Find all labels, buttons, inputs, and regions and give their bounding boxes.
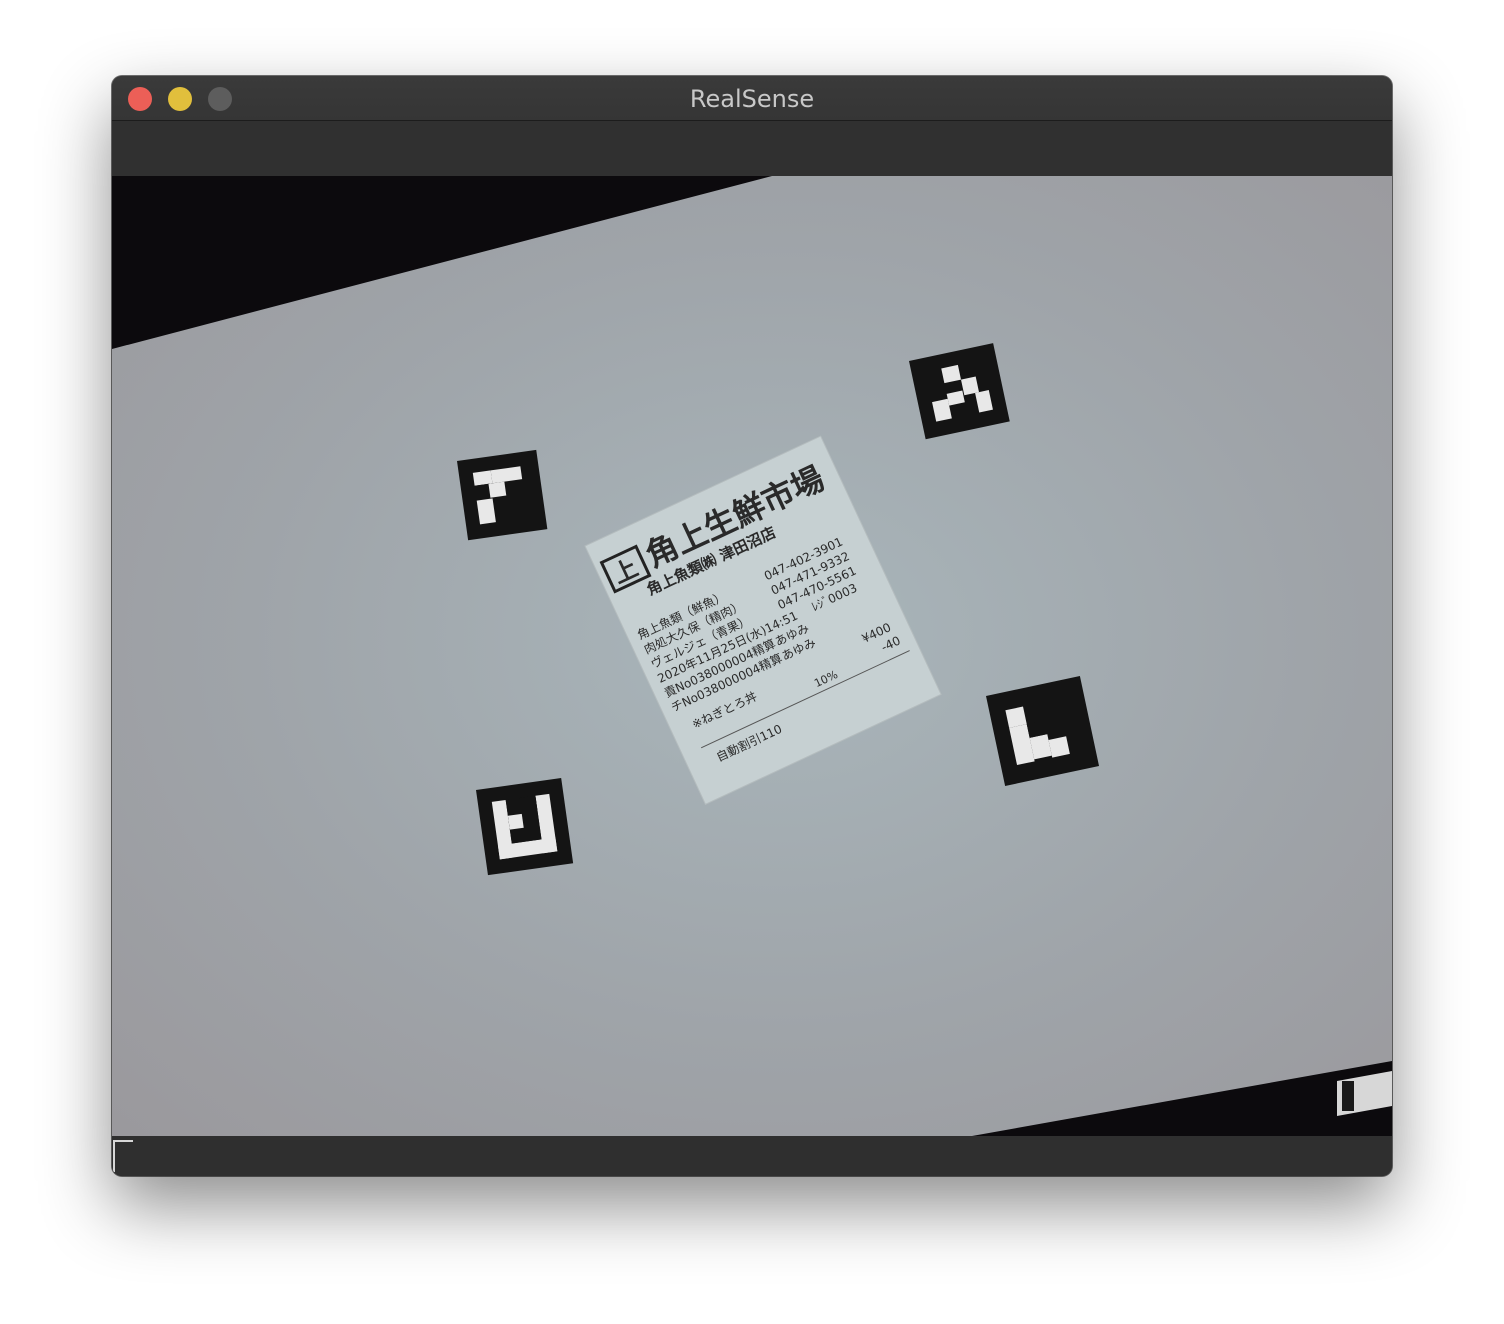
aruco-marker-1 xyxy=(457,449,548,541)
title-bar[interactable]: RealSense xyxy=(112,76,1392,121)
aruco-marker-4 xyxy=(986,676,1100,786)
marker-fragment xyxy=(1342,1081,1354,1111)
camera-view: 上 角上生鮮市場 角上魚類㈱ 津田沼店 角上魚類（鮮魚） 047-402-390… xyxy=(112,176,1392,1136)
status-corner-marker xyxy=(113,1140,133,1172)
status-bar xyxy=(112,1136,1392,1176)
window-title: RealSense xyxy=(689,85,815,113)
aruco-marker-3 xyxy=(476,778,574,876)
app-window: RealSense 上 角上生鮮市場 角上魚類㈱ 津田沼店 角上魚類（鮮魚） 0… xyxy=(112,76,1392,1176)
toolbar xyxy=(112,121,1392,176)
camera-frame: 上 角上生鮮市場 角上魚類㈱ 津田沼店 角上魚類（鮮魚） 047-402-390… xyxy=(112,176,1392,1136)
